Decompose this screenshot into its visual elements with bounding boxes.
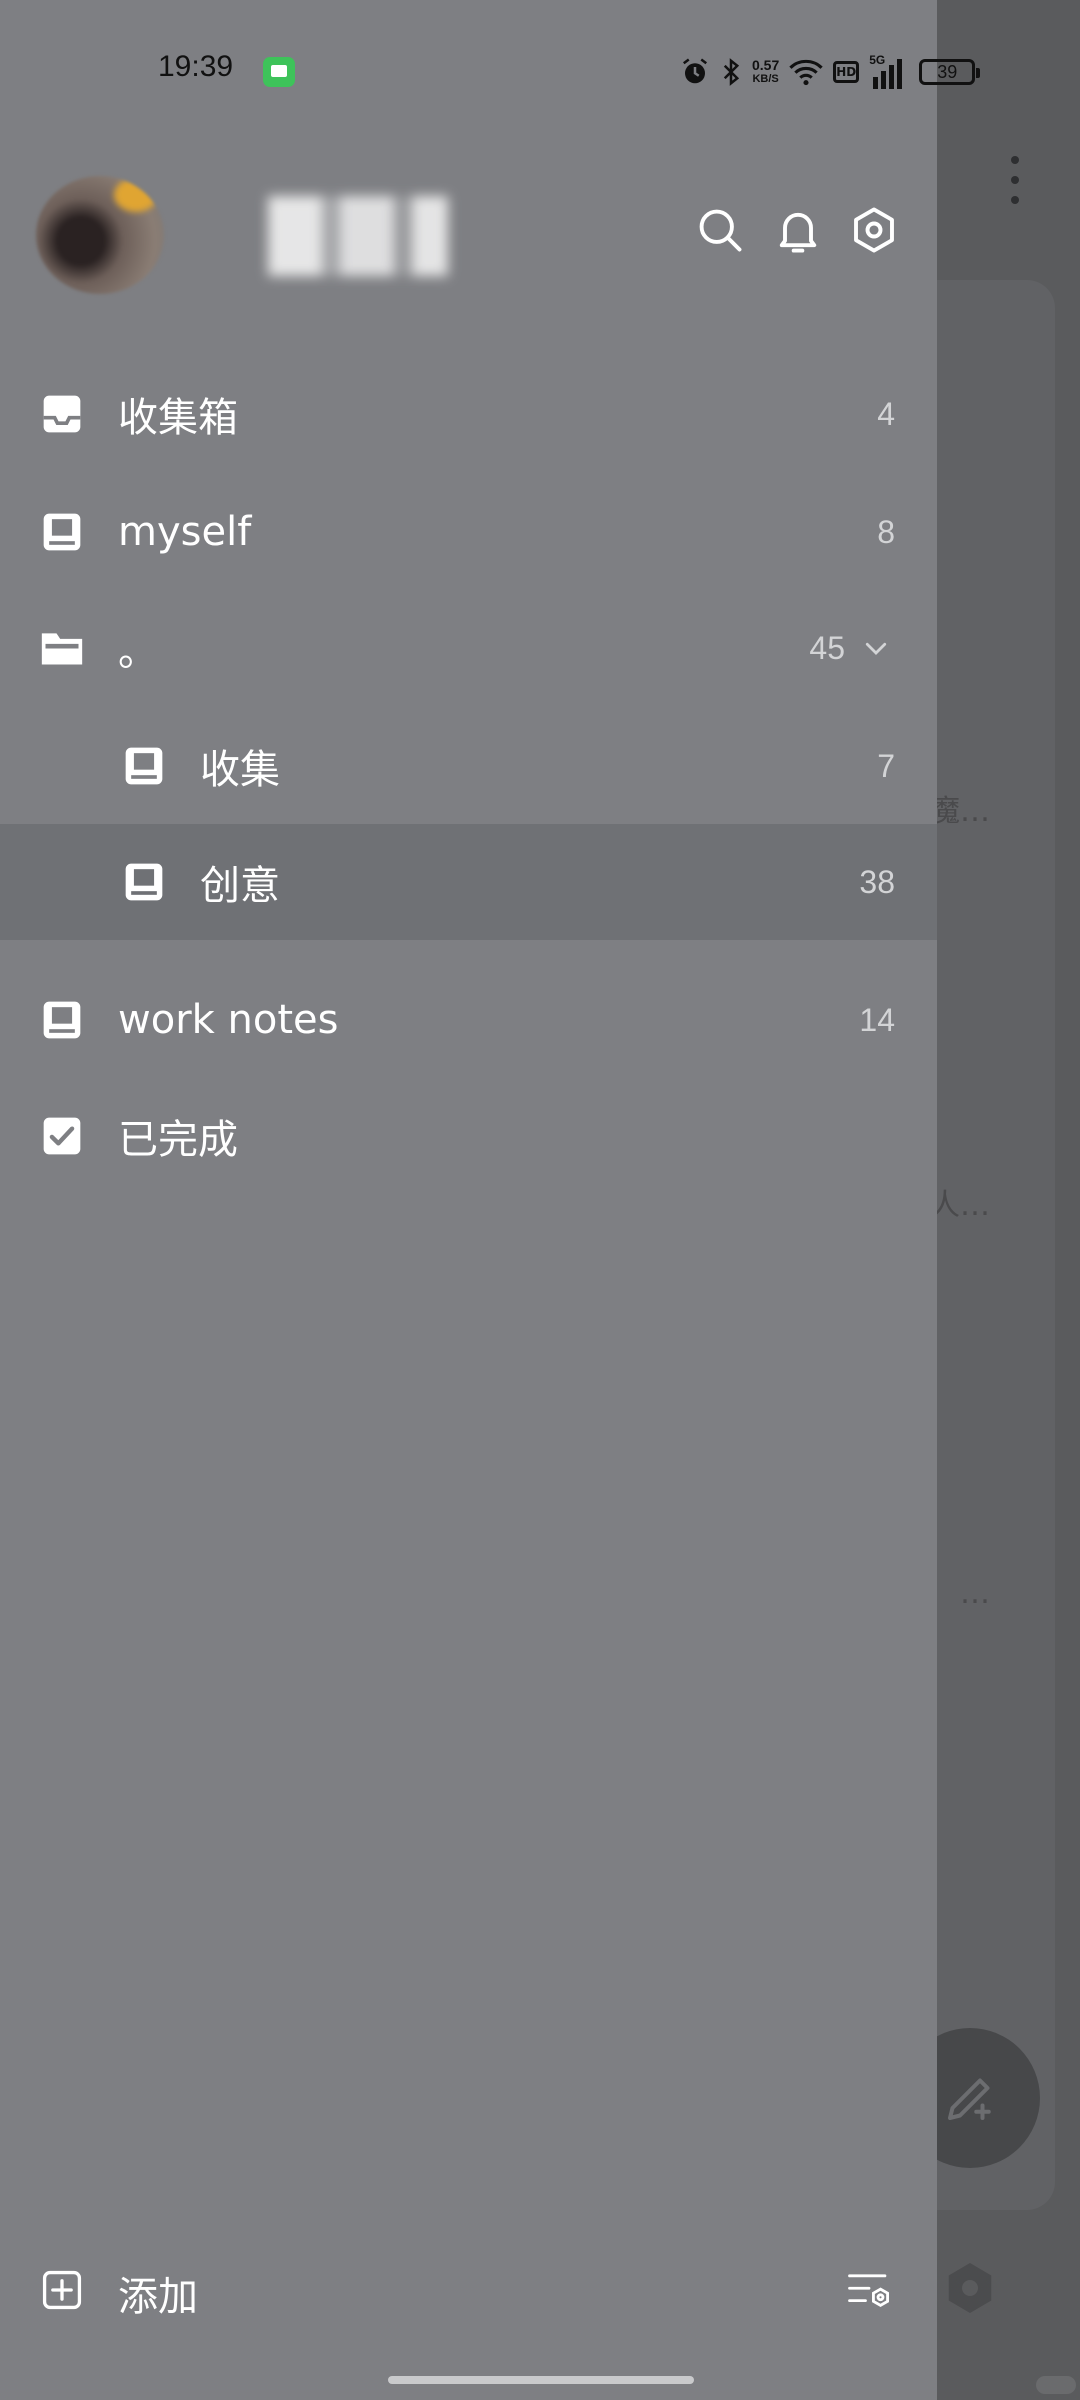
chevron-down-icon[interactable] (861, 633, 891, 663)
net-speed: 0.57 KB/S (752, 58, 779, 86)
net-speed-value: 0.57 (752, 57, 780, 73)
list-item-count: 7 (877, 747, 895, 784)
checkbox-checked-icon (40, 1114, 84, 1158)
list-item-count: 14 (859, 1001, 895, 1038)
list-item-myself[interactable]: myself 8 (0, 474, 937, 590)
hd-badge: HD (833, 61, 860, 83)
list-item-label: 收集 (200, 747, 280, 793)
list-item-label: myself (118, 509, 252, 555)
settings-icon[interactable] (848, 204, 900, 256)
settings-hex-icon (940, 2258, 1000, 2318)
list-item-ideas[interactable]: 创意 38 (0, 824, 937, 940)
list-item-collect[interactable]: 收集 7 (0, 708, 937, 824)
net-speed-unit: KB/S (752, 73, 779, 85)
list-item-count: 38 (859, 863, 895, 900)
notebook-icon (122, 744, 166, 788)
list-item-label: 收集箱 (118, 395, 238, 441)
watermark (1036, 2376, 1076, 2394)
folder-open-icon (40, 626, 84, 670)
bluetooth-icon (723, 58, 740, 86)
more-menu-icon (996, 150, 1032, 210)
list-item-count: 45 (809, 629, 845, 666)
list-item-work-notes[interactable]: work notes 14 (0, 962, 937, 1078)
background-snippet: … (960, 1576, 990, 1611)
message-notification-icon (263, 57, 295, 87)
notebook-icon (40, 998, 84, 1042)
folder-item[interactable]: 。 45 (0, 590, 937, 706)
inbox-icon (40, 392, 84, 436)
avatar[interactable] (36, 176, 164, 294)
add-box-icon (42, 2270, 82, 2310)
bell-icon[interactable] (772, 204, 824, 256)
list-item-count: 8 (877, 513, 895, 550)
background-snippet: 魔… (930, 794, 990, 829)
edit-pen-icon (948, 2078, 991, 2120)
navigation-drawer: 19:39 0.57 KB/S HD 5G 39 收集箱 4 myself 8 … (0, 0, 981, 2400)
status-icons: 0.57 KB/S HD 5G 39 (680, 52, 981, 92)
home-indicator[interactable] (388, 2376, 694, 2384)
background-snippet: 人… (930, 1188, 990, 1223)
list-item-label: 创意 (200, 863, 280, 909)
add-label: 添加 (118, 2274, 198, 2320)
list-item-completed[interactable]: 已完成 (0, 1078, 937, 1194)
manage-lists-icon[interactable] (846, 2270, 892, 2310)
signal-icon: 5G (869, 53, 909, 89)
list-item-count: 4 (877, 395, 895, 432)
list-item-label: 。 (118, 629, 158, 675)
battery-indicator: 39 (919, 59, 981, 85)
status-bar: 19:39 0.57 KB/S HD 5G 39 (0, 0, 981, 140)
search-icon[interactable] (694, 204, 746, 256)
status-time: 19:39 (158, 50, 234, 83)
network-type: 5G (869, 53, 886, 67)
username-blurred (268, 196, 448, 276)
wifi-icon (789, 59, 823, 86)
notebook-icon (40, 510, 84, 554)
drawer-footer: 添加 (0, 2230, 937, 2350)
alarm-icon (683, 58, 707, 84)
list-item-inbox[interactable]: 收集箱 4 (0, 356, 937, 472)
notebook-icon (122, 860, 166, 904)
list-item-label: 已完成 (118, 1117, 238, 1163)
list-item-label: work notes (118, 997, 339, 1043)
